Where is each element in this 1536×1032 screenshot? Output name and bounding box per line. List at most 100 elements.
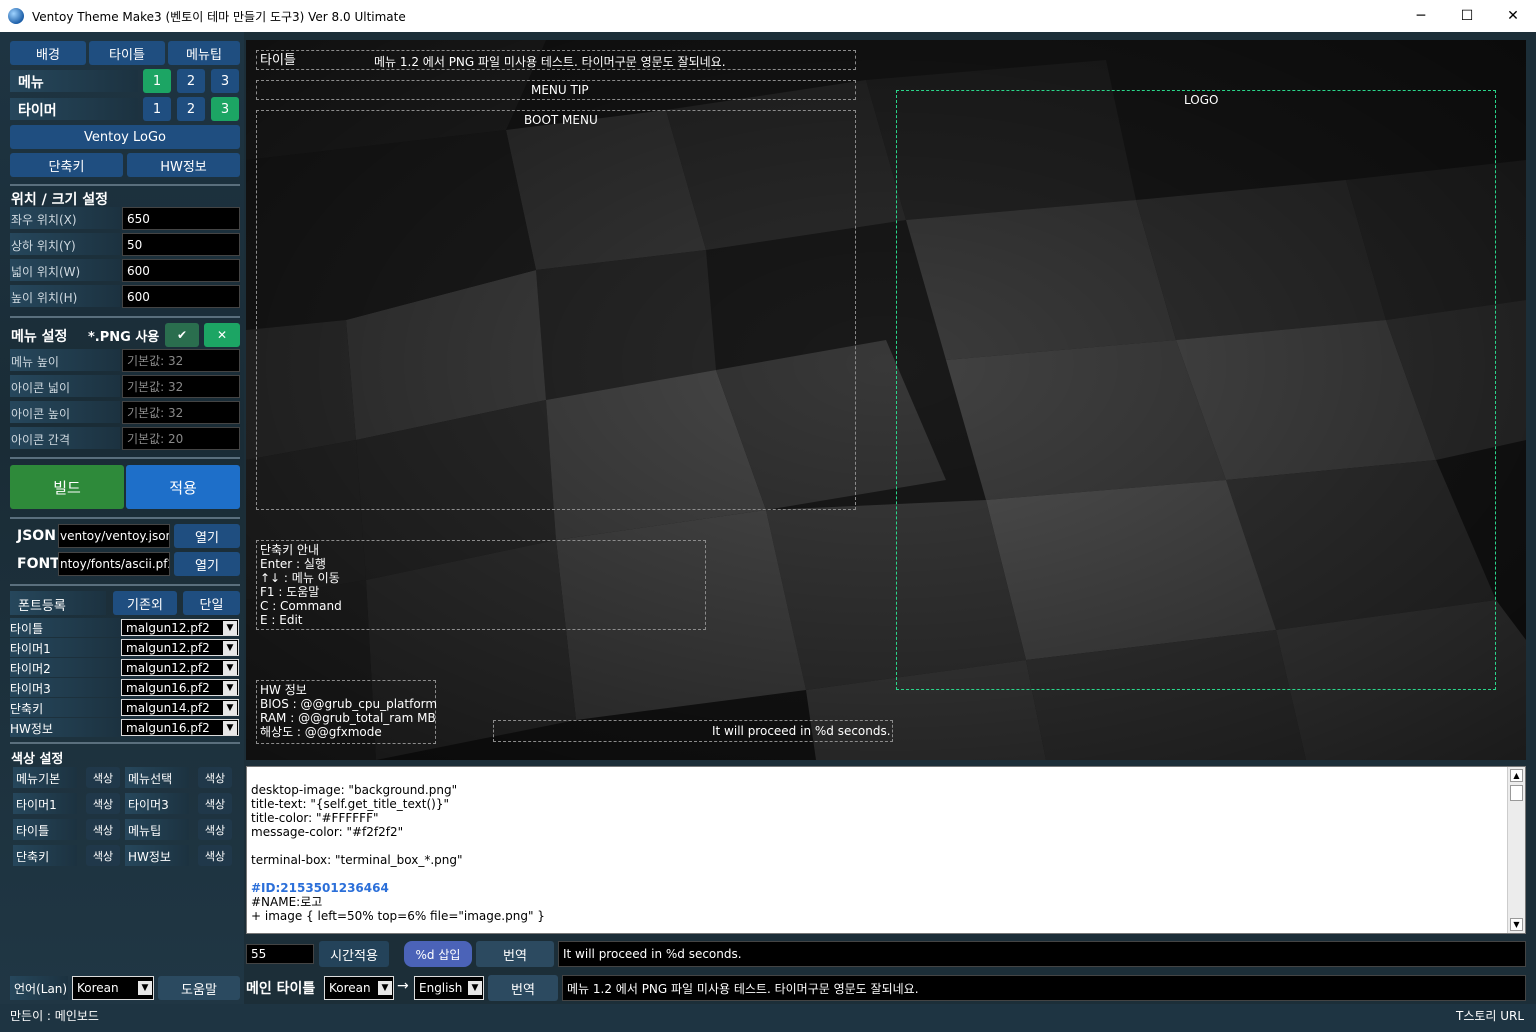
timer-text-input[interactable]: It will proceed in %d seconds. — [558, 941, 1526, 967]
logo-region[interactable] — [896, 90, 1496, 690]
title-translate-button[interactable]: 번역 — [488, 975, 558, 1001]
code-line: #NAME:로고 — [251, 895, 323, 909]
font-timer2-select[interactable]: malgun12.pf2 ▼ — [121, 659, 239, 676]
x-position-input[interactable]: 650 — [122, 207, 240, 230]
from-language-select[interactable]: Korean ▼ — [324, 976, 394, 1000]
tab-title[interactable]: 타이틀 — [89, 41, 165, 65]
language-value: Korean — [77, 981, 119, 995]
font-path-input[interactable]: ntoy/fonts/ascii.pf2 — [58, 552, 170, 576]
font-shortcut-label: 단축키 — [10, 702, 44, 716]
color-menu-default-label: 메뉴기본 — [16, 772, 61, 786]
height-label: 높이 위치(H) — [11, 291, 78, 305]
menu-option-2[interactable]: 2 — [177, 69, 205, 93]
position-section-title: 위치 / 크기 설정 — [11, 192, 109, 208]
font-title-label: 타이틀 — [10, 622, 44, 636]
color-menu-select-button[interactable]: 색상 — [198, 767, 232, 788]
color-timer1-button[interactable]: 색상 — [86, 793, 120, 814]
maximize-button[interactable]: ☐ — [1444, 0, 1490, 32]
hw-line: RAM : @@grub_total_ram MB — [260, 711, 436, 725]
chevron-down-icon: ▼ — [223, 721, 237, 735]
editor-scrollbar[interactable]: ▲ ▼ — [1507, 767, 1525, 933]
font-shortcut-value: malgun14.pf2 — [126, 700, 210, 715]
theme-code-editor[interactable]: desktop-image: "background.png" title-te… — [246, 766, 1526, 934]
font-open-button[interactable]: 열기 — [174, 552, 240, 576]
y-position-input[interactable]: 50 — [122, 233, 240, 256]
icon-gap-input[interactable]: 기본값: 20 — [122, 427, 240, 450]
color-hw-button[interactable]: 색상 — [198, 845, 232, 866]
png-check-button[interactable]: ✔ — [165, 323, 199, 347]
menu-height-input[interactable]: 기본값: 32 — [122, 349, 240, 372]
color-timer3-button[interactable]: 색상 — [198, 793, 232, 814]
status-bar: 만든이 : 메인보드 T스토리 URL — [0, 1004, 1536, 1032]
minimize-button[interactable]: ─ — [1398, 0, 1444, 32]
shortcut-line: Enter : 실행 — [260, 557, 326, 571]
code-line: desktop-image: "background.png" — [251, 783, 458, 797]
color-menu-tip-button[interactable]: 색상 — [198, 819, 232, 840]
seconds-input[interactable]: 55 — [246, 944, 314, 964]
boot-menu-region[interactable] — [256, 110, 856, 510]
hw-line: BIOS : @@grub_cpu_platform — [260, 697, 438, 711]
font-register-label[interactable]: 폰트등록 — [18, 595, 66, 614]
timer-text: It will proceed in %d seconds. — [712, 724, 891, 738]
language-select[interactable]: Korean ▼ — [72, 976, 154, 1000]
divider — [10, 316, 240, 318]
icon-width-label: 아이콘 넓이 — [11, 381, 71, 395]
font-single-button[interactable]: 단일 — [183, 591, 240, 615]
apply-time-button[interactable]: 시간적용 — [319, 941, 389, 967]
tab-menu-tip[interactable]: 메뉴팁 — [168, 41, 240, 65]
menu-option-3[interactable]: 3 — [211, 69, 239, 93]
png-cross-button[interactable]: ✕ — [204, 323, 240, 347]
timer-option-2[interactable]: 2 — [177, 97, 205, 121]
font-basic-button[interactable]: 기존외 — [113, 591, 177, 615]
font-timer3-select[interactable]: malgun16.pf2 ▼ — [121, 679, 239, 696]
timer-option-3[interactable]: 3 — [211, 97, 239, 121]
main-title-input[interactable]: 메뉴 1.2 에서 PNG 파일 미사용 테스트. 타이머구문 영문도 잘되네요… — [562, 975, 1526, 1001]
color-title-button[interactable]: 색상 — [86, 819, 120, 840]
color-shortcut-label: 단축키 — [16, 850, 50, 864]
font-timer1-select[interactable]: malgun12.pf2 ▼ — [121, 639, 239, 656]
menu-option-1[interactable]: 1 — [143, 69, 171, 93]
apply-button[interactable]: 적용 — [126, 465, 240, 509]
hw-line: HW 정보 — [260, 683, 307, 697]
ventoy-logo-button[interactable]: Ventoy LoGo — [10, 125, 240, 149]
color-timer3-label: 타이머3 — [128, 798, 169, 812]
boot-menu-label: BOOT MENU — [524, 113, 598, 127]
tab-background[interactable]: 배경 — [10, 41, 86, 65]
timer-translate-button[interactable]: 번역 — [476, 941, 554, 967]
scroll-up-icon[interactable]: ▲ — [1510, 769, 1523, 782]
hw-info-button[interactable]: HW정보 — [127, 153, 240, 177]
icon-width-input[interactable]: 기본값: 32 — [122, 375, 240, 398]
blog-url-link[interactable]: T스토리 URL — [1456, 1007, 1524, 1024]
chevron-down-icon: ▼ — [138, 981, 152, 995]
insert-d-button[interactable]: %d 삽입 — [404, 941, 472, 967]
shortcut-button[interactable]: 단축키 — [10, 153, 123, 177]
scroll-thumb[interactable] — [1510, 785, 1523, 801]
color-menu-default-button[interactable]: 색상 — [86, 767, 120, 788]
height-input[interactable]: 600 — [122, 285, 240, 308]
font-hw-select[interactable]: malgun16.pf2 ▼ — [121, 719, 239, 736]
divider — [10, 457, 240, 459]
timer-option-1[interactable]: 1 — [143, 97, 171, 121]
close-button[interactable]: ✕ — [1490, 0, 1536, 32]
icon-height-input[interactable]: 기본값: 32 — [122, 401, 240, 424]
font-timer1-value: malgun12.pf2 — [126, 640, 210, 655]
divider — [10, 517, 240, 519]
build-button[interactable]: 빌드 — [10, 465, 124, 509]
title-region-label: 타이틀 — [260, 53, 296, 68]
scroll-down-icon[interactable]: ▼ — [1510, 918, 1523, 931]
json-path-input[interactable]: ventoy/ventoy.json — [58, 524, 170, 548]
to-language-select[interactable]: English ▼ — [414, 976, 484, 1000]
json-open-button[interactable]: 열기 — [174, 524, 240, 548]
color-shortcut-button[interactable]: 색상 — [86, 845, 120, 866]
shortcut-line: 단축키 안내 — [260, 543, 320, 557]
divider — [10, 742, 240, 744]
help-button[interactable]: 도움말 — [158, 976, 240, 1000]
font-title-select[interactable]: malgun12.pf2 ▼ — [121, 619, 239, 636]
menu-height-label: 메뉴 높이 — [11, 355, 59, 369]
font-shortcut-select[interactable]: malgun14.pf2 ▼ — [121, 699, 239, 716]
width-input[interactable]: 600 — [122, 259, 240, 282]
color-timer1-label: 타이머1 — [16, 798, 57, 812]
